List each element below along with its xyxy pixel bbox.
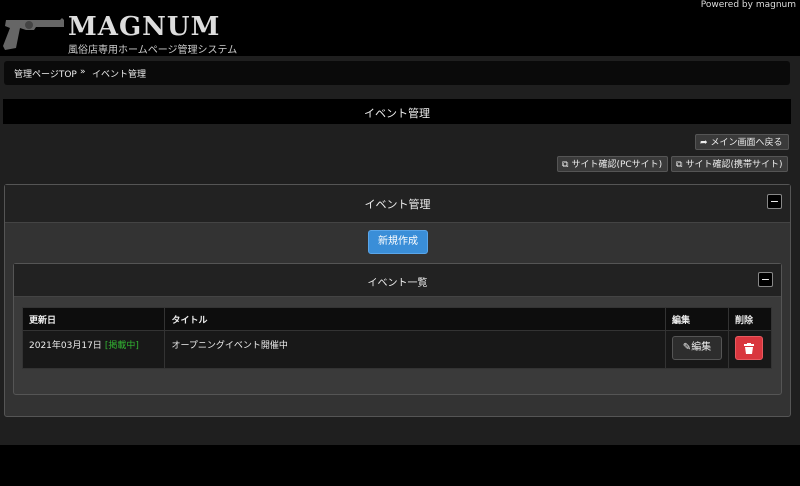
delete-button[interactable] bbox=[735, 336, 763, 360]
logo[interactable]: MAGNUM 風俗店専用ホームページ管理システム bbox=[2, 6, 242, 56]
row-updated-cell: 2021年03月17日 [掲載中] bbox=[21, 330, 166, 369]
column-header-updated: 更新日 bbox=[21, 307, 166, 331]
breadcrumb-separator: » bbox=[80, 67, 86, 77]
column-header-title: タイトル bbox=[164, 307, 666, 331]
row-delete-cell bbox=[728, 330, 772, 369]
table-header-row: 更新日 タイトル 編集 削除 bbox=[21, 307, 772, 331]
row-title: オープニングイベント開催中 bbox=[171, 341, 288, 351]
back-to-main-label: メイン画面へ戻る bbox=[710, 138, 783, 148]
edit-button-label: 編集 bbox=[691, 342, 712, 353]
event-management-panel: イベント管理 − 新規作成 イベント一覧 − 更新日 タイトル 編集 削除 20… bbox=[4, 184, 791, 417]
panel-header: イベント管理 − bbox=[5, 185, 790, 223]
site-check-pc-button[interactable]: ⧉ サイト確認(PCサイト) bbox=[557, 156, 669, 172]
main-content: 管理ページTOP » イベント管理 イベント管理 ➦ メイン画面へ戻る ⧉ サイト確… bbox=[0, 56, 800, 445]
column-header-edit: 編集 bbox=[665, 307, 729, 331]
edit-button[interactable]: ✎編集 bbox=[672, 336, 722, 360]
row-title-cell: オープニングイベント開催中 bbox=[164, 330, 666, 369]
page-title: イベント管理 bbox=[364, 107, 430, 120]
event-list-panel: イベント一覧 − 更新日 タイトル 編集 削除 2021年03月17日 [掲載中]… bbox=[13, 263, 782, 395]
event-list-title: イベント一覧 bbox=[367, 278, 428, 289]
external-link-icon: ⧉ bbox=[562, 160, 569, 170]
revolver-icon bbox=[3, 18, 64, 50]
share-arrow-icon: ➦ bbox=[700, 138, 708, 148]
breadcrumb-current: イベント管理 bbox=[92, 70, 147, 80]
pencil-icon: ✎ bbox=[682, 342, 692, 353]
row-edit-cell: ✎編集 bbox=[665, 330, 729, 369]
event-list-collapse-button[interactable]: − bbox=[758, 272, 773, 287]
column-header-delete: 削除 bbox=[728, 307, 772, 331]
logo-title: MAGNUM bbox=[68, 12, 221, 42]
external-link-icon: ⧉ bbox=[676, 160, 683, 170]
back-to-main-button[interactable]: ➦ メイン画面へ戻る bbox=[695, 134, 789, 150]
panel-title: イベント管理 bbox=[364, 198, 431, 211]
logo-subtitle: 風俗店専用ホームページ管理システム bbox=[68, 45, 238, 56]
site-check-mobile-label: サイト確認(携帯サイト) bbox=[685, 160, 783, 170]
row-date: 2021年03月17日 bbox=[29, 341, 102, 351]
site-check-pc-label: サイト確認(PCサイト) bbox=[571, 160, 663, 170]
new-event-button[interactable]: 新規作成 bbox=[368, 230, 428, 254]
page-title-bar: イベント管理 bbox=[3, 99, 791, 124]
event-table: 更新日 タイトル 編集 削除 2021年03月17日 [掲載中] オープニングイベ… bbox=[21, 307, 772, 369]
status-badge: [掲載中] bbox=[104, 341, 139, 351]
site-check-mobile-button[interactable]: ⧉ サイト確認(携帯サイト) bbox=[671, 156, 789, 172]
event-list-header: イベント一覧 − bbox=[14, 264, 781, 297]
table-row: 2021年03月17日 [掲載中] オープニングイベント開催中 ✎編集 bbox=[21, 330, 772, 369]
panel-collapse-button[interactable]: − bbox=[767, 194, 782, 209]
breadcrumb: 管理ページTOP » イベント管理 bbox=[4, 61, 790, 85]
powered-by: Powered by magnum bbox=[700, 0, 796, 10]
trash-icon bbox=[744, 343, 754, 354]
breadcrumb-home-link[interactable]: 管理ページTOP bbox=[14, 67, 77, 80]
site-header: MAGNUM 風俗店専用ホームページ管理システム Powered by magn… bbox=[0, 0, 800, 56]
